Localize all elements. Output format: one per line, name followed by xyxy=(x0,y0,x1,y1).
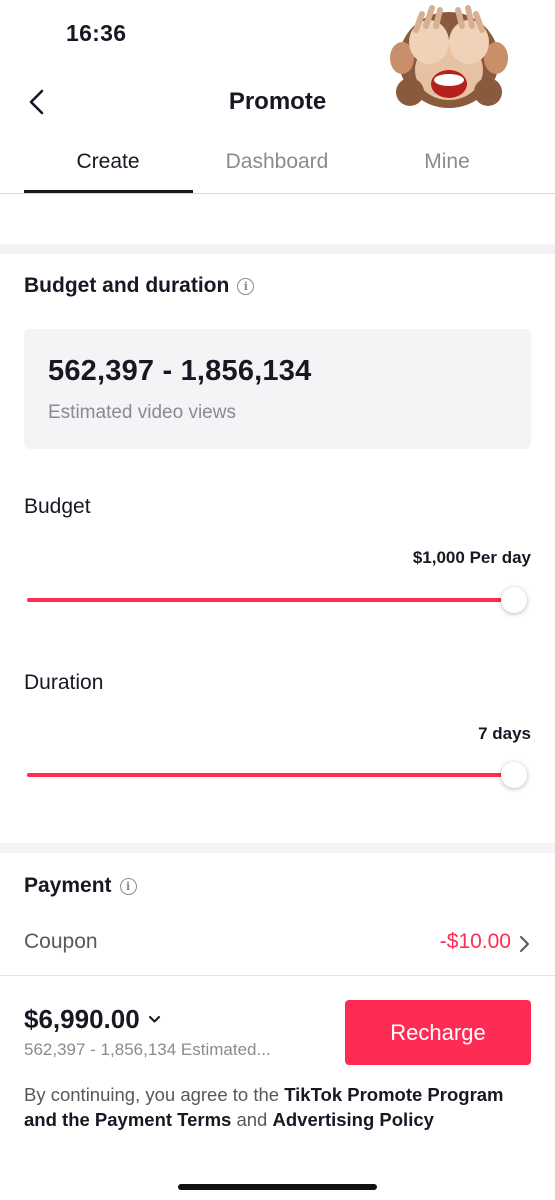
status-time: 16:36 xyxy=(66,20,127,46)
info-icon[interactable]: i xyxy=(119,877,137,895)
page-title: Promote xyxy=(228,88,327,115)
tab-create[interactable]: Create xyxy=(24,150,192,174)
coupon-row[interactable]: Coupon -$10.00 xyxy=(24,928,531,962)
header: Promote xyxy=(0,70,555,136)
estimated-views-label: Estimated video views xyxy=(48,402,236,423)
coupon-label: Coupon xyxy=(24,930,98,953)
total-estimate: 562,397 - 1,856,134 Estimated... xyxy=(24,1040,271,1059)
total-amount[interactable]: $6,990.00 xyxy=(24,1004,161,1035)
budget-slider[interactable] xyxy=(27,585,527,615)
coupon-value: -$10.00 xyxy=(439,930,511,953)
payment-title: Payment xyxy=(24,874,112,897)
budget-label: Budget xyxy=(24,495,91,518)
budget-value: $1,000 Per day xyxy=(412,548,531,567)
budget-duration-title: Budget and duration xyxy=(24,274,230,297)
duration-slider[interactable] xyxy=(27,760,527,790)
section-divider xyxy=(0,843,555,853)
terms-prefix: By continuing, you agree to the xyxy=(24,1084,285,1105)
budget-duration-heading: Budget and duration i xyxy=(24,274,255,298)
tab-underline xyxy=(24,190,193,193)
bottom-divider xyxy=(0,975,555,976)
estimate-card: 562,397 - 1,856,134 Estimated video view… xyxy=(24,329,531,449)
terms-middle: and xyxy=(231,1109,273,1130)
chevron-right-icon xyxy=(520,936,529,952)
recharge-button[interactable]: Recharge xyxy=(345,1000,531,1065)
total-amount-value: $6,990.00 xyxy=(24,1004,140,1034)
payment-heading: Payment i xyxy=(24,874,137,898)
terms-text: By continuing, you agree to the TikTok P… xyxy=(24,1082,534,1132)
section-divider xyxy=(0,244,555,254)
home-indicator xyxy=(178,1184,377,1190)
duration-value: 7 days xyxy=(478,724,531,743)
advertising-policy-link[interactable]: Advertising Policy xyxy=(273,1109,434,1130)
slider-fill xyxy=(27,598,514,602)
slider-thumb[interactable] xyxy=(501,762,527,788)
tab-dashboard[interactable]: Dashboard xyxy=(192,150,362,174)
info-icon[interactable]: i xyxy=(237,277,255,295)
slider-fill xyxy=(27,773,514,777)
tab-bar: Create Dashboard Mine xyxy=(0,136,555,194)
chevron-down-icon xyxy=(148,1016,160,1023)
estimated-views-range: 562,397 - 1,856,134 xyxy=(48,355,312,387)
duration-label: Duration xyxy=(24,671,104,694)
tab-mine[interactable]: Mine xyxy=(362,150,532,174)
slider-thumb[interactable] xyxy=(501,587,527,613)
